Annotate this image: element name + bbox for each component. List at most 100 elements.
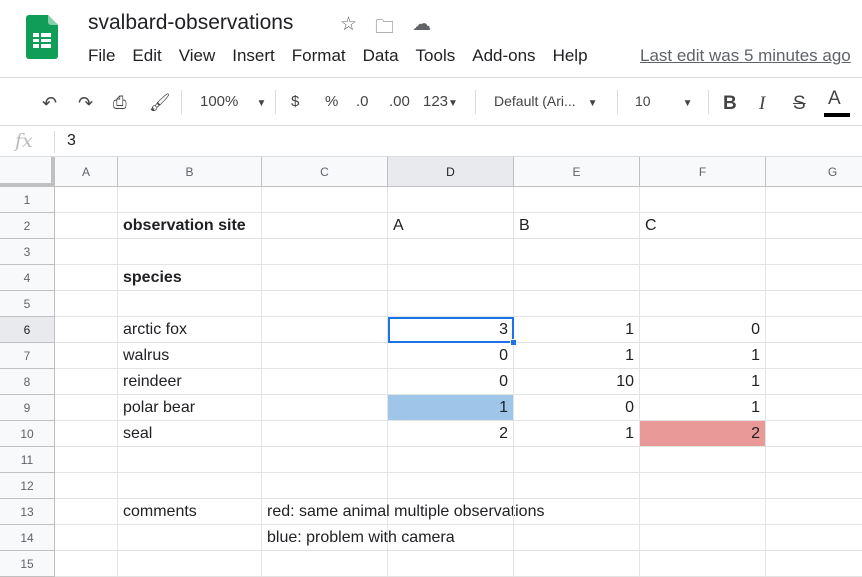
- cell-f12[interactable]: [640, 473, 766, 499]
- cell-b12[interactable]: [118, 473, 262, 499]
- cell-c8[interactable]: [262, 369, 388, 395]
- font-size-select[interactable]: 10 ▼: [635, 93, 692, 109]
- cell-b6[interactable]: arctic fox: [118, 317, 262, 343]
- row-header-4[interactable]: 4: [0, 265, 55, 291]
- cell-f11[interactable]: [640, 447, 766, 473]
- cell-c6[interactable]: [262, 317, 388, 343]
- strikethrough-button[interactable]: S: [793, 93, 806, 115]
- cell-e3[interactable]: [514, 239, 640, 265]
- cell-e8[interactable]: 10: [514, 369, 640, 395]
- cell-c14[interactable]: blue: problem with camera: [262, 525, 455, 551]
- row-header-8[interactable]: 8: [0, 369, 55, 395]
- cell-g2[interactable]: [766, 213, 862, 239]
- cell-d1[interactable]: [388, 187, 514, 213]
- cell-c10[interactable]: [262, 421, 388, 447]
- star-icon[interactable]: ☆: [340, 13, 357, 45]
- cell-f9[interactable]: 1: [640, 395, 766, 421]
- cell-g5[interactable]: [766, 291, 862, 317]
- cell-g15[interactable]: [766, 551, 862, 577]
- row-header-11[interactable]: 11: [0, 447, 55, 473]
- cell-a6[interactable]: [55, 317, 118, 343]
- cell-d12[interactable]: [388, 473, 514, 499]
- menu-data[interactable]: Data: [363, 46, 399, 66]
- cell-c4[interactable]: [262, 265, 388, 291]
- menu-file[interactable]: File: [88, 46, 115, 66]
- menu-insert[interactable]: Insert: [232, 46, 275, 66]
- print-icon[interactable]: ⎙: [113, 93, 127, 113]
- column-header-d[interactable]: D: [388, 157, 514, 187]
- cell-a7[interactable]: [55, 343, 118, 369]
- cell-d15[interactable]: [388, 551, 514, 577]
- row-header-1[interactable]: 1: [0, 187, 55, 213]
- cell-a12[interactable]: [55, 473, 118, 499]
- cell-f10[interactable]: 2: [640, 421, 766, 447]
- cell-d10[interactable]: 2: [388, 421, 514, 447]
- cell-a5[interactable]: [55, 291, 118, 317]
- column-header-g[interactable]: G: [766, 157, 862, 187]
- column-header-b[interactable]: B: [118, 157, 262, 187]
- cell-f8[interactable]: 1: [640, 369, 766, 395]
- cell-e9[interactable]: 0: [514, 395, 640, 421]
- cell-a10[interactable]: [55, 421, 118, 447]
- cell-d2[interactable]: A: [388, 213, 514, 239]
- cell-e13[interactable]: [514, 499, 640, 525]
- cell-g8[interactable]: [766, 369, 862, 395]
- menu-addons[interactable]: Add-ons: [472, 46, 535, 66]
- cell-b15[interactable]: [118, 551, 262, 577]
- cell-b5[interactable]: [118, 291, 262, 317]
- cell-e4[interactable]: [514, 265, 640, 291]
- cell-e6[interactable]: 1: [514, 317, 640, 343]
- menu-format[interactable]: Format: [292, 46, 346, 66]
- row-header-5[interactable]: 5: [0, 291, 55, 317]
- cell-d7[interactable]: 0: [388, 343, 514, 369]
- cell-e11[interactable]: [514, 447, 640, 473]
- font-select[interactable]: Default (Ari... ▼: [494, 93, 598, 109]
- cell-b14[interactable]: [118, 525, 262, 551]
- cell-a11[interactable]: [55, 447, 118, 473]
- cell-a14[interactable]: [55, 525, 118, 551]
- cell-b1[interactable]: [118, 187, 262, 213]
- cell-e12[interactable]: [514, 473, 640, 499]
- cell-b13[interactable]: comments: [118, 499, 262, 525]
- more-formats-button[interactable]: 123▼: [423, 93, 458, 110]
- menu-view[interactable]: View: [179, 46, 216, 66]
- cell-c13[interactable]: red: same animal multiple observations: [262, 499, 544, 525]
- move-folder-icon[interactable]: 🗀: [375, 13, 394, 45]
- cell-g6[interactable]: [766, 317, 862, 343]
- cell-d3[interactable]: [388, 239, 514, 265]
- select-all-corner[interactable]: [0, 157, 55, 187]
- redo-icon[interactable]: ↷: [78, 93, 93, 114]
- row-header-2[interactable]: 2: [0, 213, 55, 239]
- cell-d13[interactable]: [388, 499, 514, 525]
- cell-g10[interactable]: [766, 421, 862, 447]
- row-header-14[interactable]: 14: [0, 525, 55, 551]
- bold-button[interactable]: B: [723, 93, 737, 115]
- cell-d4[interactable]: [388, 265, 514, 291]
- cell-d11[interactable]: [388, 447, 514, 473]
- row-header-15[interactable]: 15: [0, 551, 55, 577]
- cell-f7[interactable]: 1: [640, 343, 766, 369]
- cloud-status-icon[interactable]: ☁: [412, 13, 431, 45]
- cell-f3[interactable]: [640, 239, 766, 265]
- cell-g7[interactable]: [766, 343, 862, 369]
- cell-c3[interactable]: [262, 239, 388, 265]
- cell-d14[interactable]: [388, 525, 514, 551]
- cell-c11[interactable]: [262, 447, 388, 473]
- cell-g4[interactable]: [766, 265, 862, 291]
- decrease-decimal-button[interactable]: .0: [356, 93, 369, 110]
- cell-b10[interactable]: seal: [118, 421, 262, 447]
- formula-input[interactable]: 3: [67, 132, 76, 150]
- cell-b3[interactable]: [118, 239, 262, 265]
- cell-e2[interactable]: B: [514, 213, 640, 239]
- column-header-e[interactable]: E: [514, 157, 640, 187]
- cell-c1[interactable]: [262, 187, 388, 213]
- italic-button[interactable]: I: [759, 93, 765, 115]
- cell-a4[interactable]: [55, 265, 118, 291]
- cell-d8[interactable]: 0: [388, 369, 514, 395]
- text-color-button[interactable]: A: [828, 88, 841, 110]
- cell-g13[interactable]: [766, 499, 862, 525]
- cell-a13[interactable]: [55, 499, 118, 525]
- column-header-a[interactable]: A: [55, 157, 118, 187]
- row-header-13[interactable]: 13: [0, 499, 55, 525]
- cell-c2[interactable]: [262, 213, 388, 239]
